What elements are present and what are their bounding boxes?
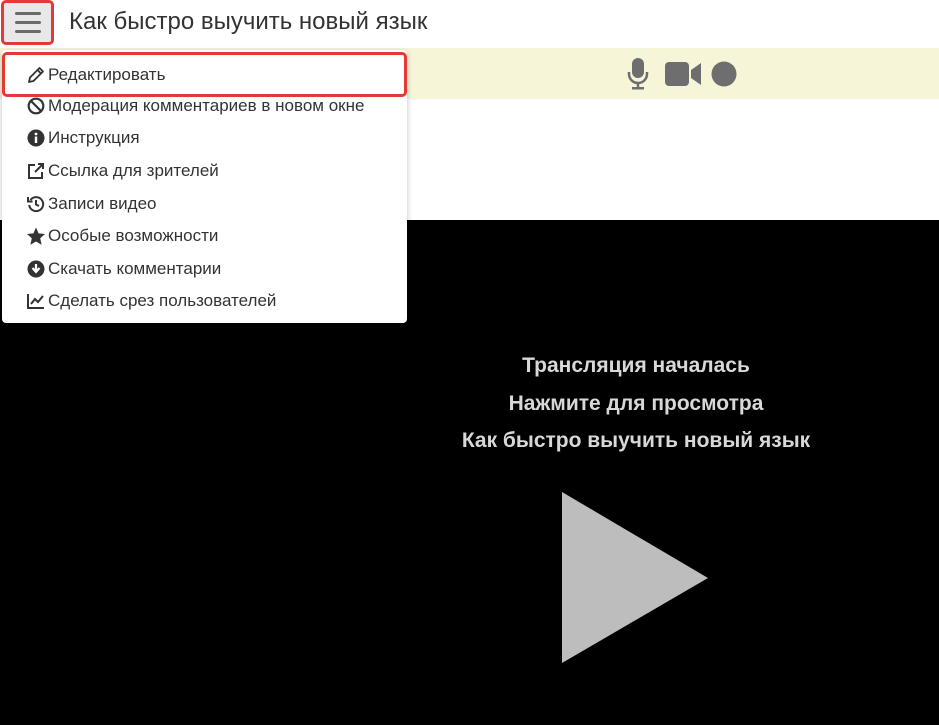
history-icon — [26, 194, 46, 214]
menu-item-label: Инструкция — [48, 128, 140, 147]
info-icon — [26, 128, 46, 148]
video-title-text: Как быстро выучить новый язык — [461, 429, 811, 452]
download-icon — [26, 259, 46, 279]
click-to-watch-text: Нажмите для просмотра — [508, 392, 764, 415]
menu-item-video-records[interactable]: Записи видео — [2, 188, 407, 220]
page-title: Как быстро выучить новый язык — [69, 8, 428, 35]
hamburger-menu-button[interactable] — [1, 0, 54, 45]
menu-item-label: Скачать комментарии — [48, 259, 222, 278]
menu-item-label: Модерация комментариев в новом окне — [48, 96, 365, 115]
pencil-icon — [26, 65, 46, 85]
line-chart-icon — [26, 291, 46, 311]
menu-item-label: Редактировать — [48, 64, 166, 84]
menu-item-label: Записи видео — [48, 194, 157, 213]
menu-item-instructions[interactable]: Инструкция — [2, 122, 407, 154]
header: Как быстро выучить новый язык — [0, 0, 939, 48]
menu-item-download-comments[interactable]: Скачать комментарии — [2, 253, 407, 285]
dropdown-menu: Редактировать Модерация комментариев в н… — [2, 50, 407, 323]
play-icon[interactable] — [562, 492, 710, 669]
star-icon — [26, 226, 46, 246]
record-icon[interactable] — [711, 61, 737, 87]
menu-item-label: Ссылка для зрителей — [48, 161, 219, 180]
menu-item-accessibility[interactable]: Особые возможности — [2, 220, 407, 252]
menu-item-label: Сделать срез пользователей — [48, 291, 277, 310]
menu-item-viewer-link[interactable]: Ссылка для зрителей — [2, 155, 407, 187]
video-camera-icon[interactable] — [665, 62, 701, 86]
ban-icon — [26, 96, 46, 116]
external-link-icon — [26, 161, 46, 181]
menu-item-label: Особые возможности — [48, 226, 219, 245]
menu-item-user-snapshot[interactable]: Сделать срез пользователей — [2, 285, 407, 317]
microphone-icon[interactable] — [627, 58, 649, 90]
stream-started-text: Трансляция началась — [522, 354, 750, 377]
menu-item-moderation[interactable]: Модерация комментариев в новом окне — [2, 90, 407, 122]
hamburger-icon — [14, 12, 41, 15]
